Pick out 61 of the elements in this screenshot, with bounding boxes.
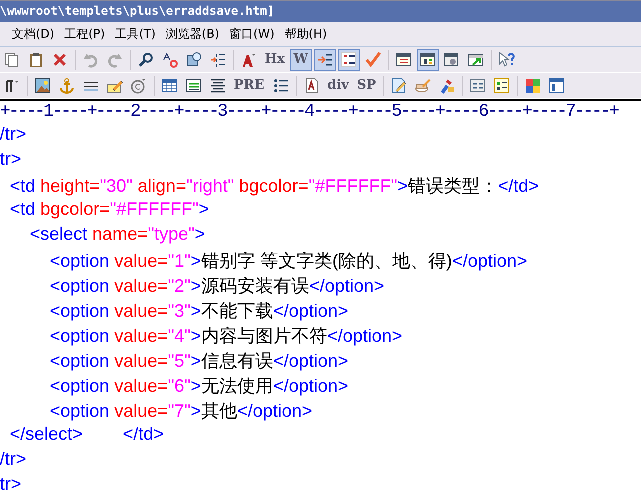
form-list-icon: [470, 78, 486, 94]
copy-icon: [4, 52, 20, 68]
menu-item[interactable]: 工程(P): [60, 26, 112, 42]
code-line: /tr>: [0, 449, 27, 471]
anchor-icon: [59, 78, 75, 94]
document-icon: [304, 78, 320, 94]
code-line: /tr>: [0, 124, 27, 146]
ruler: +----1----+----2----+----3----+----4----+----5----+----6----+----7----+: [0, 101, 618, 123]
undo-icon: [83, 52, 99, 68]
paint-icon: [439, 78, 456, 94]
search-icon: [138, 52, 154, 68]
sort-icon: [341, 52, 358, 68]
edit-icon: [391, 78, 408, 94]
clipboard-icon: [28, 52, 44, 68]
code-line: <option value="6">无法使用</option>: [49, 375, 349, 398]
help-cursor-icon: [499, 52, 516, 68]
color-grid-icon: [525, 78, 542, 94]
redo-icon: [107, 52, 123, 68]
checklist-icon: [494, 78, 510, 94]
code-line: <select name="type">: [29, 224, 206, 246]
menu-item[interactable]: 工具(T): [111, 26, 162, 42]
menu-item[interactable]: 窗口(W): [226, 26, 281, 42]
table-icon: [162, 78, 178, 94]
menu-item[interactable]: 浏览器(B): [162, 26, 226, 42]
code-line: <option value="4">内容与图片不符</option>: [49, 325, 403, 348]
toolbar-button[interactable]: Hx: [262, 48, 288, 70]
code-line: <option value="3">不能下载</option>: [49, 300, 349, 323]
window-title: \wwwroot\templets\plus\erraddsave.htm]: [0, 3, 276, 20]
layout-icon: [420, 52, 436, 68]
toolbar-button[interactable]: SP: [354, 74, 380, 96]
code-line: <option value="1">错别字 等文字类(除的、地、得)</option>: [49, 250, 528, 273]
spell-check-icon: [162, 52, 178, 68]
toolbar-button[interactable]: div: [324, 74, 352, 96]
list-window-icon: [396, 52, 412, 68]
check-icon: [365, 52, 382, 68]
code-line: tr>: [0, 149, 22, 171]
code-line: <option value="7">其他</option>: [49, 400, 313, 423]
code-line: <option value="2">源码安装有误</option>: [49, 275, 385, 298]
image-icon: [35, 78, 51, 94]
delete-icon: [52, 52, 68, 68]
toolbar-button[interactable]: [417, 48, 440, 70]
paragraph-icon: [4, 78, 20, 94]
menu-item[interactable]: 文档(D): [8, 26, 61, 42]
numbered-list-icon: [210, 52, 226, 68]
code-line: <td bgcolor="#FFFFFF">: [9, 199, 210, 221]
indent-icon: [317, 52, 334, 68]
code-line: </select> </td>: [9, 424, 164, 446]
list-icon: [272, 78, 288, 94]
menu-item[interactable]: 帮助(H): [280, 26, 334, 42]
toolbar-button[interactable]: PRE: [231, 74, 268, 96]
copyright-icon: [131, 78, 147, 94]
frame-layout-icon: [549, 78, 566, 94]
form-icon: [186, 78, 202, 94]
font-size-icon: [241, 52, 257, 68]
toolbar-button[interactable]: W: [290, 48, 312, 70]
code-line: tr>: [0, 474, 22, 496]
code-line: <td height="30" align="right" bgcolor="#FFFFFF">错误类型：</td>: [9, 175, 540, 198]
toolbar-button[interactable]: [314, 48, 336, 70]
code-line: <option value="5">信息有误</option>: [49, 350, 349, 373]
align-icon: [210, 78, 226, 94]
toolbar-button[interactable]: [338, 48, 360, 70]
